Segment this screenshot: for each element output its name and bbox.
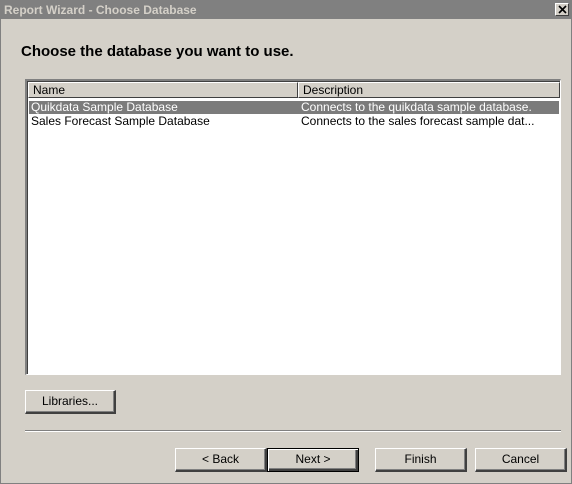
next-button-label: Next > (295, 452, 331, 466)
cancel-button[interactable]: Cancel (475, 448, 567, 472)
next-button[interactable]: Next > (267, 448, 359, 472)
back-button[interactable]: < Back (175, 448, 267, 472)
column-header-name[interactable]: Name (28, 82, 298, 98)
finish-button[interactable]: Finish (375, 448, 467, 472)
window-title: Report Wizard - Choose Database (4, 3, 197, 17)
finish-button-label: Finish (404, 452, 437, 466)
list-item-sales-forecast[interactable]: Sales Forecast Sample Database Connects … (29, 115, 559, 128)
report-wizard-window: Report Wizard - Choose Database Choose t… (0, 0, 572, 484)
list-item-quikdata[interactable]: Quikdata Sample Database Connects to the… (29, 101, 559, 114)
cancel-button-label: Cancel (501, 452, 540, 466)
page-heading: Choose the database you want to use. (21, 43, 294, 60)
separator (25, 430, 561, 432)
back-button-label: < Back (201, 452, 240, 466)
list-item-description: Connects to the sales forecast sample da… (301, 115, 535, 128)
database-list[interactable]: Name Description Quikdata Sample Databas… (25, 79, 561, 375)
column-header-description[interactable]: Description (298, 82, 560, 98)
title-bar[interactable]: Report Wizard - Choose Database (1, 1, 571, 19)
list-item-name: Sales Forecast Sample Database (31, 114, 210, 128)
list-item-name: Quikdata Sample Database (31, 100, 178, 114)
list-item-description: Connects to the quikdata sample database… (301, 101, 532, 114)
close-button[interactable] (555, 3, 569, 16)
libraries-button-label: Libraries... (41, 394, 99, 408)
libraries-button[interactable]: Libraries... (25, 390, 116, 414)
close-icon (558, 5, 567, 14)
